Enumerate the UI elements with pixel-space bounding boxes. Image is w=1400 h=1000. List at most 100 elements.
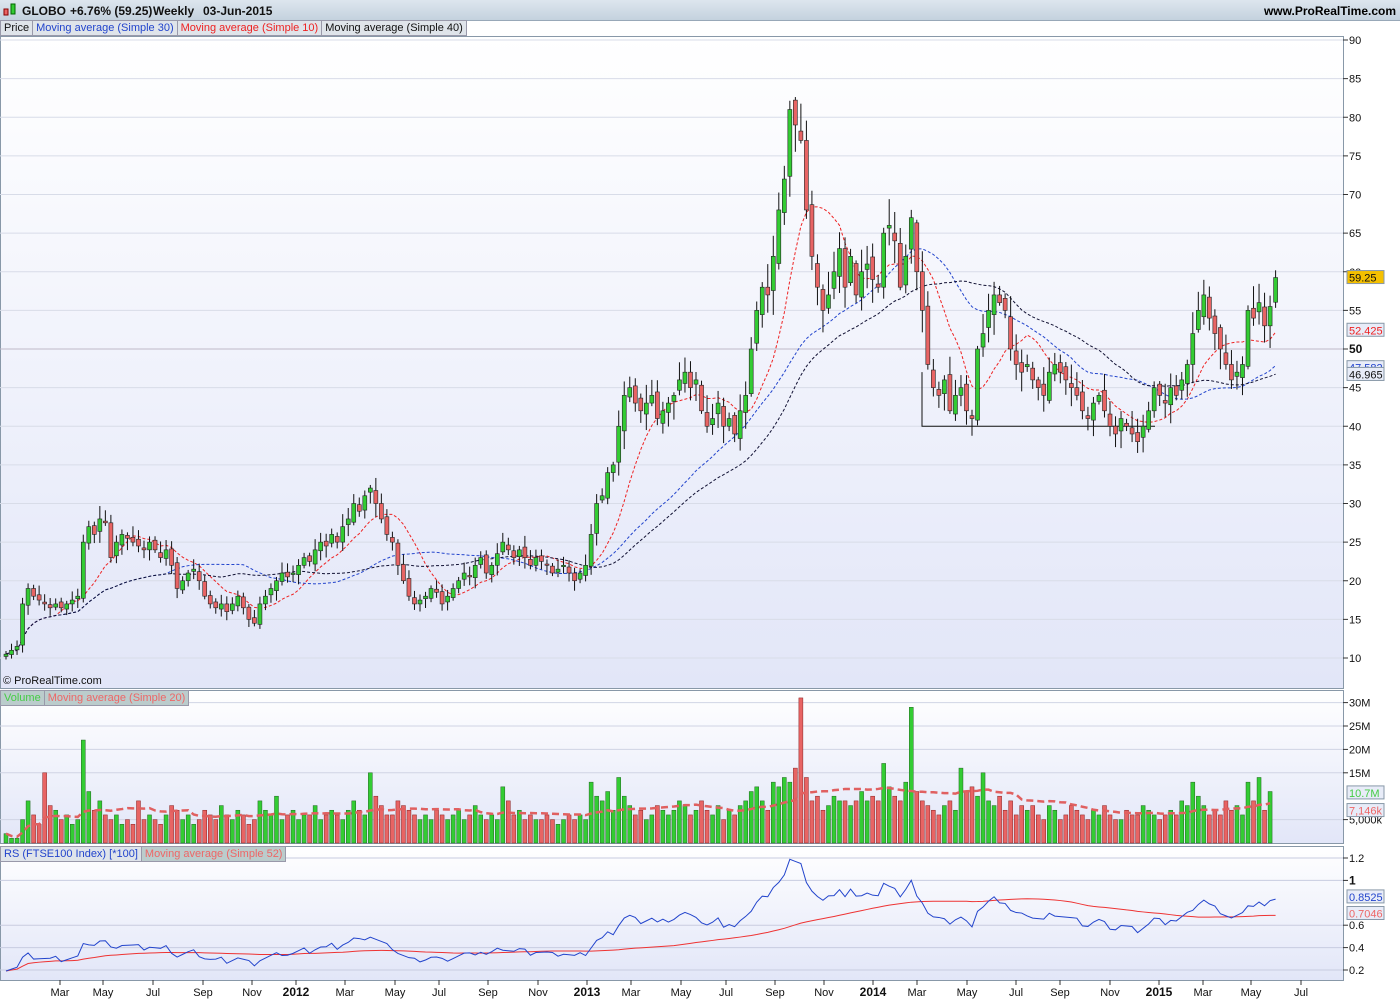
- volume-bar: [174, 809, 180, 844]
- candle: [743, 395, 748, 413]
- volume-bar: [1113, 819, 1118, 844]
- legend-rs-ma[interactable]: Moving average (Simple 52): [140, 846, 287, 862]
- volume-bar: [793, 767, 798, 844]
- volume-bar: [147, 814, 152, 844]
- y-tick-label: 15M: [1349, 768, 1370, 780]
- y-tick-label: 40: [1349, 421, 1361, 433]
- candle: [180, 580, 185, 591]
- volume-bar: [1173, 814, 1179, 844]
- candle: [815, 263, 820, 288]
- candle: [511, 550, 517, 558]
- volume-bar: [312, 805, 318, 844]
- legend-ma30[interactable]: Moving average (Simple 30): [32, 20, 178, 36]
- volume-bar: [544, 814, 550, 844]
- candle: [699, 384, 704, 412]
- candle: [920, 271, 925, 311]
- candle: [1002, 298, 1008, 311]
- candle: [506, 544, 511, 551]
- volume-bar: [428, 819, 434, 844]
- candle: [268, 588, 274, 596]
- legend-volume-ma[interactable]: Moving average (Simple 20): [43, 690, 190, 706]
- candle: [3, 653, 9, 657]
- volume-bar: [804, 777, 809, 844]
- volume-bar: [445, 819, 450, 844]
- legend-ma40[interactable]: Moving average (Simple 40): [321, 20, 467, 36]
- candle: [649, 395, 655, 404]
- candle: [1063, 366, 1069, 381]
- candle: [864, 263, 870, 270]
- volume-bar: [1047, 805, 1052, 844]
- y-tick-label: 25: [1349, 537, 1361, 549]
- volume-bar: [539, 819, 544, 844]
- x-tick-label: Jul: [719, 987, 733, 999]
- candle: [456, 580, 461, 589]
- candle: [837, 248, 842, 277]
- volume-bar: [644, 819, 649, 844]
- candle: [318, 541, 323, 552]
- volume-bar: [307, 814, 312, 844]
- y-tick-label: 30M: [1349, 698, 1370, 710]
- candle: [908, 217, 914, 250]
- candle: [969, 415, 975, 419]
- y-tick-label: 80: [1349, 112, 1361, 124]
- candle: [710, 418, 715, 426]
- volume-bar: [257, 800, 263, 844]
- x-tick-label: 2013: [574, 985, 601, 999]
- legend-price[interactable]: Price: [0, 20, 34, 36]
- volume-bar: [991, 805, 997, 844]
- x-tick-label: Nov: [242, 987, 262, 999]
- volume-bar: [975, 795, 980, 844]
- volume-bar: [771, 781, 776, 844]
- volume-bar: [119, 824, 125, 844]
- volume-bar: [92, 809, 97, 844]
- volume-bar: [655, 805, 660, 844]
- candle: [931, 369, 936, 388]
- candle: [533, 557, 539, 566]
- volume-bar: [36, 824, 42, 844]
- candle: [1212, 315, 1218, 334]
- volume-bar: [213, 819, 219, 844]
- legend-volume[interactable]: Volume: [0, 690, 45, 706]
- candle: [196, 571, 202, 582]
- candle: [737, 410, 743, 439]
- volume-bar: [1085, 819, 1091, 844]
- candle: [108, 522, 114, 558]
- candle: [1041, 383, 1047, 396]
- volume-bar: [450, 814, 456, 844]
- candle: [202, 581, 208, 597]
- x-tick-label: Nov: [1100, 987, 1120, 999]
- volume-bar: [853, 800, 859, 844]
- candle: [185, 572, 191, 582]
- volume-bar: [936, 814, 942, 844]
- candle: [1190, 333, 1196, 365]
- volume-bar: [86, 791, 92, 844]
- volume-bar: [1168, 809, 1173, 844]
- x-tick-label: Sep: [1050, 987, 1070, 999]
- candle: [329, 534, 334, 544]
- candle: [892, 232, 898, 242]
- volume-bar: [820, 809, 826, 844]
- candle: [379, 503, 384, 520]
- volume-bar: [583, 819, 588, 844]
- x-tick-label: Jul: [432, 987, 446, 999]
- candle: [522, 546, 528, 558]
- candle: [97, 518, 103, 532]
- ma40-label: 46.965: [1349, 369, 1383, 381]
- volume-bar: [1157, 819, 1162, 844]
- volume-bar: [798, 697, 804, 844]
- candle: [334, 536, 340, 543]
- volume-bar: [1013, 814, 1019, 844]
- volume-bar: [572, 819, 577, 844]
- volume-bar: [511, 814, 517, 844]
- legend-rs[interactable]: RS (FTSE100 Index) [*100]: [0, 846, 142, 862]
- candle: [1069, 383, 1074, 388]
- volume-bar: [1245, 781, 1251, 844]
- x-tick-label: Jul: [146, 987, 160, 999]
- candle: [975, 348, 980, 421]
- candle: [445, 595, 450, 603]
- candle: [494, 553, 500, 566]
- legend-ma10[interactable]: Moving average (Simple 10): [176, 20, 323, 36]
- candle: [1256, 302, 1262, 313]
- volume-bar: [947, 800, 953, 844]
- y-tick-label: 75: [1349, 151, 1361, 163]
